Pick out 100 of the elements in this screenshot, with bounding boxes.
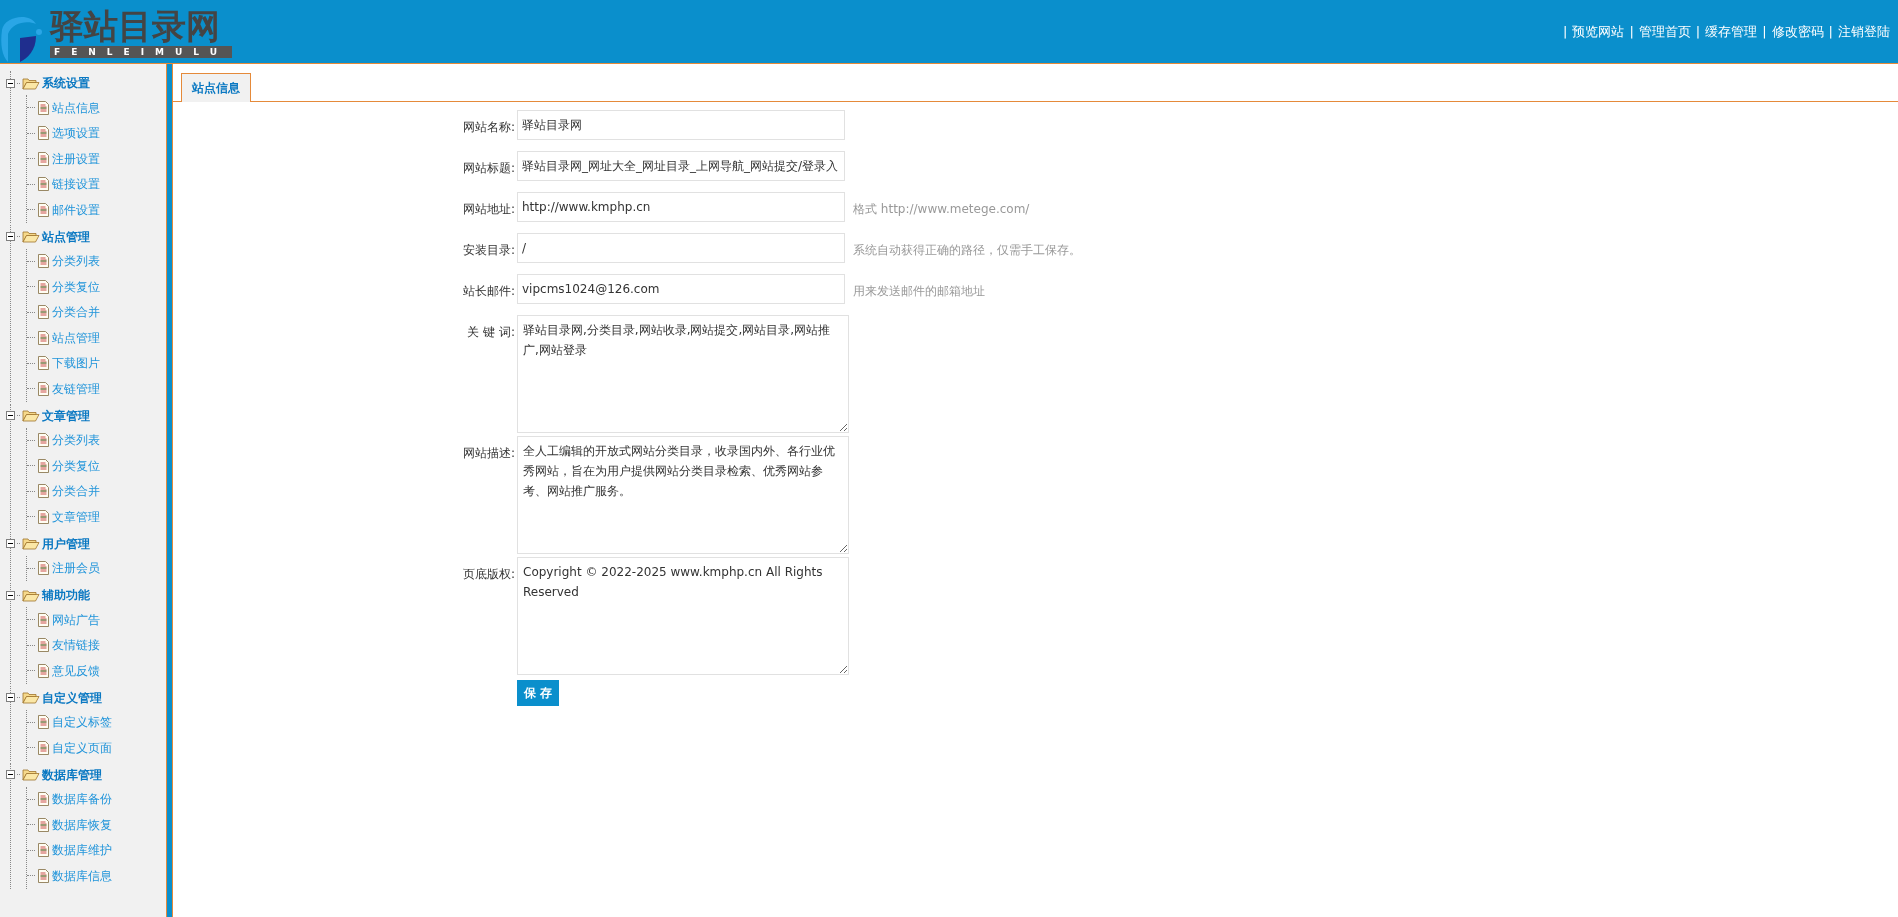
- document-icon: [38, 433, 49, 448]
- document-icon: [38, 458, 49, 473]
- link-separator: |: [1563, 22, 1568, 41]
- document-icon: [38, 792, 49, 807]
- document-icon: [38, 381, 49, 396]
- field-label: 网站地址:: [461, 201, 516, 218]
- document-icon: [38, 151, 49, 166]
- tree-item[interactable]: 数据库维护: [52, 841, 112, 860]
- document-icon: [38, 279, 49, 294]
- tree-item[interactable]: 站点信息: [52, 98, 100, 117]
- field-label: 页底版权:: [461, 566, 516, 583]
- document-icon: [38, 638, 49, 653]
- tree-group[interactable]: 数据库管理: [42, 765, 102, 784]
- folder-icon: [22, 768, 40, 781]
- tab[interactable]: 站点信息: [181, 73, 251, 102]
- logo-title: 驿站目录网: [50, 5, 220, 46]
- document-icon: [38, 330, 49, 345]
- field-label: 网站标题:: [461, 160, 516, 177]
- input-field[interactable]: vipcms1024@126.com: [517, 274, 845, 304]
- input-field[interactable]: /: [517, 233, 845, 263]
- tree-item[interactable]: 数据库信息: [52, 866, 112, 885]
- document-icon: [38, 561, 49, 576]
- folder-icon: [22, 537, 40, 550]
- folder-icon: [22, 409, 40, 422]
- tree-group[interactable]: 自定义管理: [42, 688, 102, 707]
- field-hint: 格式 http://www.metege.com/: [853, 201, 1030, 218]
- field-label: 网站名称:: [461, 119, 516, 136]
- document-icon: [38, 740, 49, 755]
- tree-item[interactable]: 分类合并: [52, 303, 100, 322]
- field-label: 关 键 词:: [466, 324, 516, 341]
- tree-item[interactable]: 链接设置: [52, 175, 100, 194]
- tree-item[interactable]: 分类复位: [52, 277, 100, 296]
- document-icon: [38, 663, 49, 678]
- document-icon: [38, 356, 49, 371]
- link-separator: |: [1762, 22, 1767, 41]
- tree-item[interactable]: 自定义标签: [52, 713, 112, 732]
- field-label: 安装目录:: [461, 242, 516, 259]
- collapse-icon[interactable]: [6, 78, 15, 88]
- text-area[interactable]: Copyright © 2022-2025 www.kmphp.cn All Rights Reserved: [517, 557, 849, 675]
- header-link[interactable]: 缓存管理: [1705, 21, 1758, 42]
- collapse-icon[interactable]: [6, 770, 15, 779]
- tree-item[interactable]: 注册会员: [52, 559, 100, 578]
- tree-item[interactable]: 邮件设置: [52, 200, 100, 219]
- save-button[interactable]: 保 存: [517, 680, 560, 706]
- tree-group[interactable]: 文章管理: [42, 406, 90, 425]
- tree-item[interactable]: 分类列表: [52, 252, 100, 271]
- document-icon: [38, 254, 49, 269]
- text-area[interactable]: 全人工编辑的开放式网站分类目录，收录国内外、各行业优秀网站，旨在为用户提供网站分类目录检索、优秀网站参考、网站推广服务。: [517, 436, 849, 554]
- tree-item[interactable]: 自定义页面: [52, 738, 112, 757]
- text-area[interactable]: 驿站目录网,分类目录,网站收录,网站提交,网站目录,网站推广,网站登录: [517, 315, 849, 433]
- tree-item[interactable]: 分类列表: [52, 431, 100, 450]
- input-field[interactable]: http://www.kmphp.cn: [517, 192, 845, 222]
- input-field[interactable]: 驿站目录网: [517, 110, 845, 140]
- tree-item[interactable]: 网站广告: [52, 610, 100, 629]
- folder-icon: [22, 691, 40, 704]
- link-separator: |: [1629, 22, 1634, 41]
- document-icon: [38, 126, 49, 141]
- collapse-icon[interactable]: [6, 693, 15, 702]
- input-field[interactable]: 驿站目录网_网址大全_网址目录_上网导航_网站提交/登录入: [517, 151, 845, 181]
- collapse-icon[interactable]: [6, 539, 15, 548]
- tree-group[interactable]: 辅助功能: [42, 586, 90, 604]
- tree-item[interactable]: 数据库恢复: [52, 815, 112, 834]
- header-link[interactable]: 注销登陆: [1838, 21, 1890, 42]
- link-separator: |: [1695, 22, 1701, 41]
- collapse-icon[interactable]: [6, 590, 15, 600]
- tree-item[interactable]: 友情链接: [52, 636, 100, 655]
- tree-item[interactable]: 选项设置: [52, 124, 100, 143]
- collapse-icon[interactable]: [6, 411, 15, 420]
- tree-item[interactable]: 站点管理: [52, 328, 100, 347]
- folder-icon: [22, 588, 40, 602]
- folder-icon: [22, 76, 40, 90]
- field-hint: 系统自动获得正确的路径，仅需手工保存。: [853, 242, 1081, 259]
- tree-item[interactable]: 分类合并: [52, 482, 100, 501]
- field-label: 站长邮件:: [461, 283, 516, 300]
- collapse-icon[interactable]: [6, 232, 15, 241]
- document-icon: [38, 202, 49, 217]
- header-link[interactable]: 管理首页: [1638, 21, 1691, 42]
- tree-item[interactable]: 意见反馈: [52, 661, 100, 680]
- document-icon: [38, 817, 49, 832]
- tree-item[interactable]: 下载图片: [52, 354, 100, 373]
- header-link[interactable]: 修改密码: [1771, 21, 1824, 42]
- document-icon: [38, 100, 49, 115]
- header-link[interactable]: 预览网站: [1572, 21, 1625, 42]
- document-icon: [38, 177, 49, 192]
- document-icon: [38, 509, 49, 524]
- tree-item[interactable]: 数据库备份: [52, 790, 112, 809]
- tree-item[interactable]: 分类复位: [52, 456, 100, 475]
- logo-subtitle: FENLEIMULU: [50, 45, 233, 58]
- tree-item[interactable]: 友链管理: [52, 379, 100, 398]
- document-icon: [38, 612, 49, 627]
- document-icon: [38, 305, 49, 320]
- field-label: 网站描述:: [461, 445, 516, 462]
- document-icon: [38, 484, 49, 499]
- tree-group[interactable]: 站点管理: [42, 227, 90, 246]
- tree-item[interactable]: 注册设置: [52, 149, 100, 168]
- document-icon: [38, 843, 49, 858]
- tree-item[interactable]: 文章管理: [52, 507, 100, 526]
- tree-group[interactable]: 用户管理: [42, 534, 90, 553]
- field-hint: 用来发送邮件的邮箱地址: [853, 283, 985, 300]
- tree-group[interactable]: 系统设置: [42, 74, 90, 92]
